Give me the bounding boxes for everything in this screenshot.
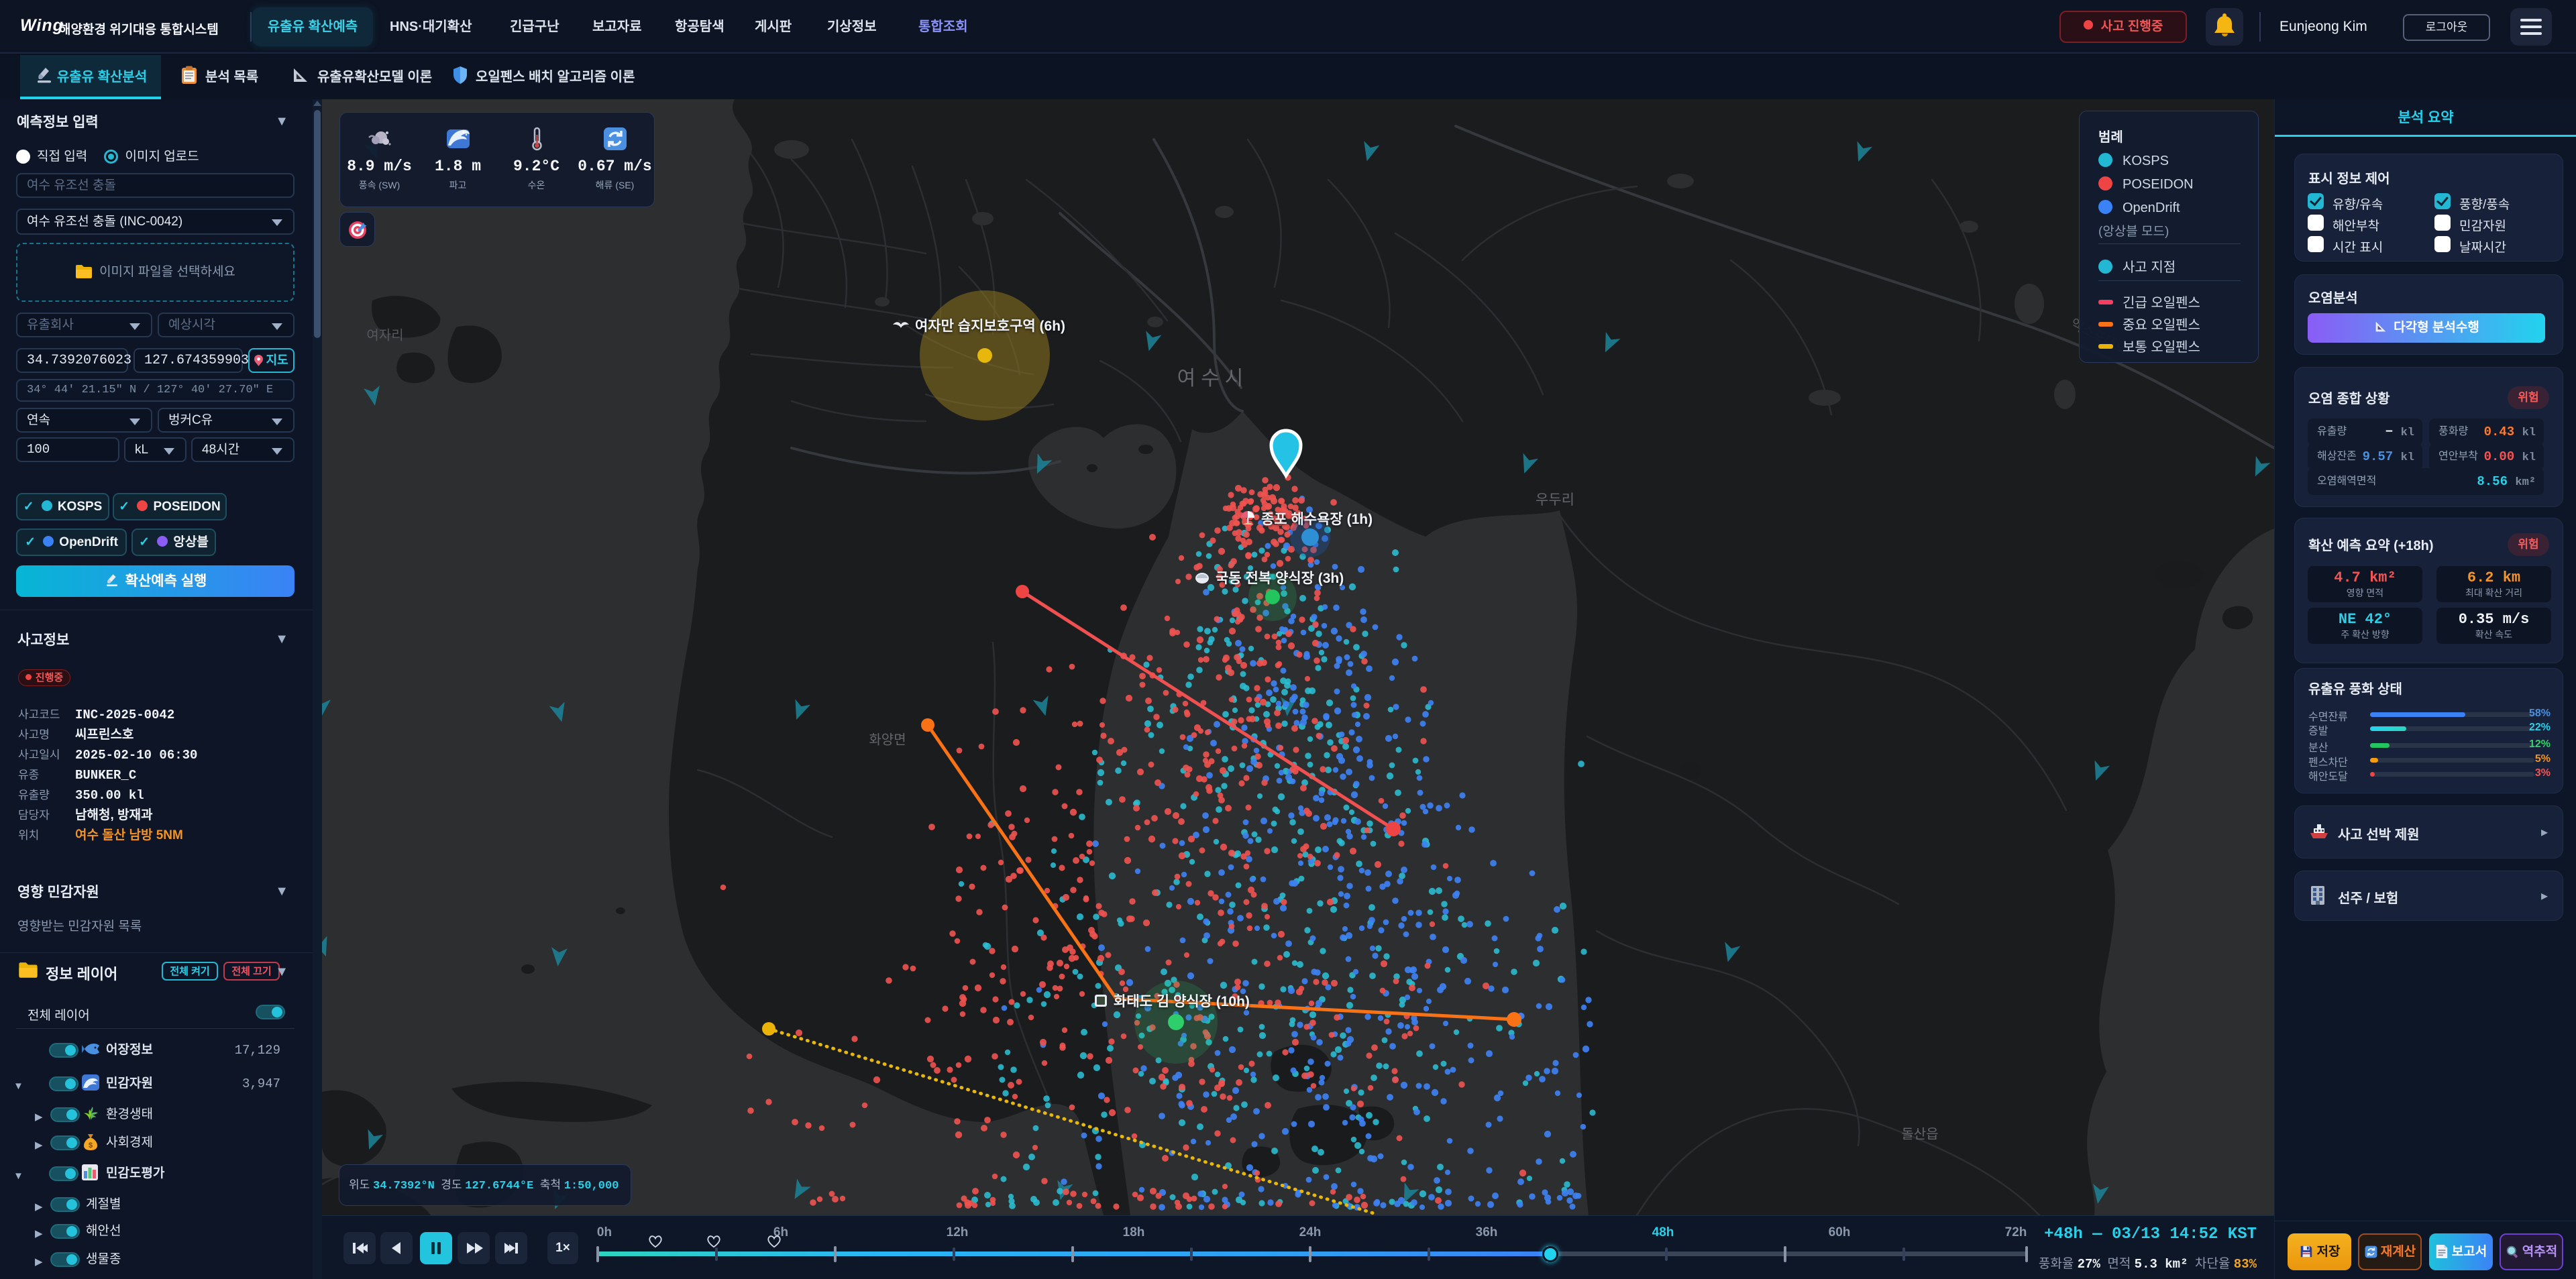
- svg-text:$: $: [89, 1142, 93, 1150]
